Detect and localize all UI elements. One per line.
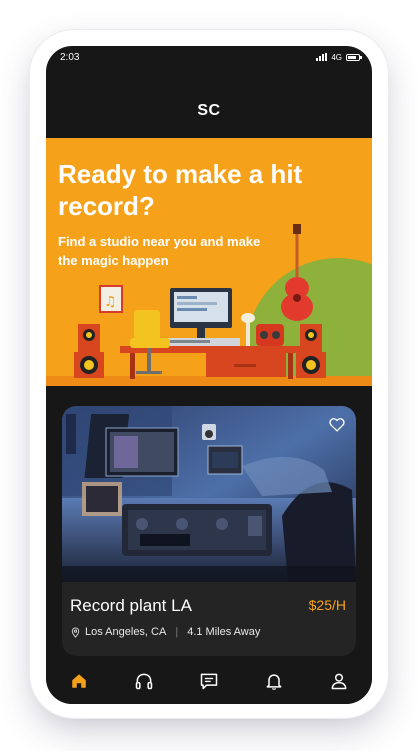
studio-price: $25/H <box>308 597 346 613</box>
page-title: SC <box>197 102 221 119</box>
banner-subtitle: Find a studio near you and make the magi… <box>58 234 261 268</box>
battery-icon <box>346 53 362 61</box>
app-screen: 2:03 4G SC ♫ Ready to make a hit record?… <box>46 46 372 704</box>
favorite-icon[interactable] <box>328 415 346 433</box>
network-label: 4G <box>331 52 342 62</box>
speaker-icon <box>296 324 326 378</box>
bell-icon <box>266 674 282 690</box>
status-icons: 4G <box>316 52 362 62</box>
status-bar: 2:03 4G <box>46 46 372 68</box>
svg-text:♫: ♫ <box>104 294 117 310</box>
nav-profile[interactable] <box>324 666 354 696</box>
user-icon <box>331 673 347 690</box>
nav-studios[interactable] <box>129 666 159 696</box>
studio-photo <box>62 406 356 582</box>
home-icon <box>71 674 86 688</box>
frame-icon: ♫ <box>99 285 123 313</box>
nav-notifications[interactable] <box>259 666 289 696</box>
signal-icon <box>316 53 328 61</box>
banner-title: Ready to make a hit record? <box>58 159 303 221</box>
nav-home[interactable] <box>64 666 94 696</box>
headphones-icon <box>135 673 153 690</box>
bottom-nav <box>46 658 372 704</box>
studio-name: Record plant LA <box>70 596 192 615</box>
studio-distance: 4.1 Miles Away <box>187 626 261 638</box>
studio-meta: Los Angeles, CA | 4.1 Miles Away <box>70 626 260 638</box>
chat-icon <box>200 673 218 690</box>
promo-banner: ♫ Ready to make a hit record? Find a stu… <box>46 138 372 386</box>
studio-location: Los Angeles, CA <box>85 626 167 638</box>
status-time: 2:03 <box>60 51 80 63</box>
speaker-icon <box>74 324 104 378</box>
location-pin-icon <box>71 626 80 638</box>
meta-divider: | <box>175 626 179 638</box>
nav-messages[interactable] <box>194 666 224 696</box>
studio-card[interactable]: Record plant LA $25/H Los Angeles, CA | … <box>62 406 356 656</box>
